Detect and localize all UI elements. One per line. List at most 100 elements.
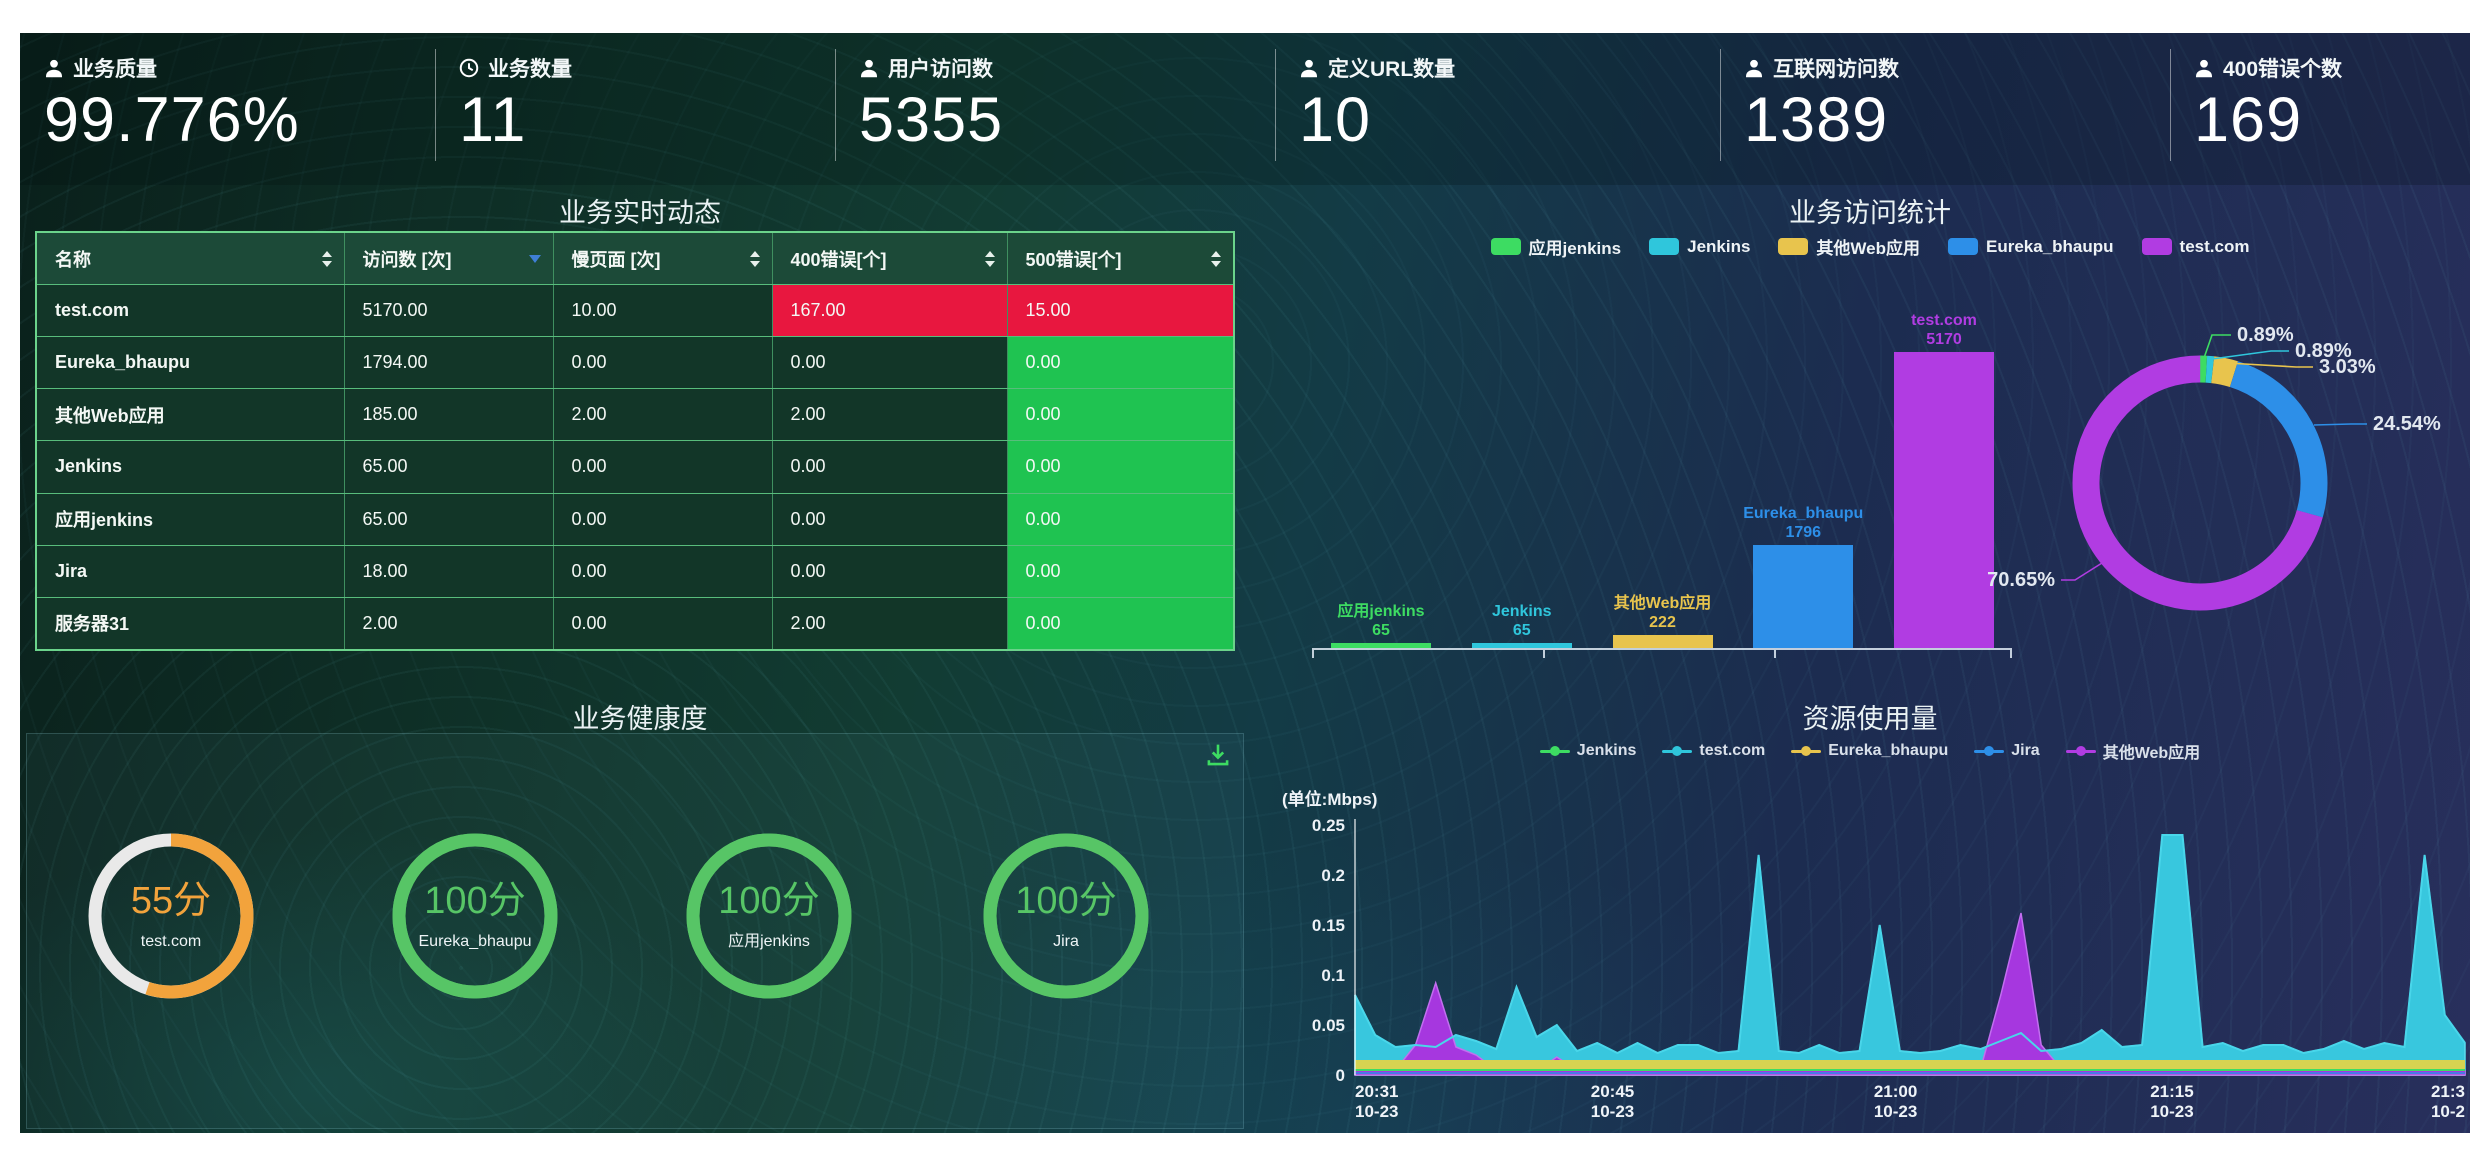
x-tick-date: 10-23 (1874, 1102, 1917, 1121)
area-testcom (1355, 835, 2465, 1075)
y-tick-label: 0.1 (1321, 966, 1345, 985)
x-tick-date: 10-23 (1591, 1102, 1634, 1121)
bar[interactable] (1753, 545, 1853, 648)
visits-cell: 65.00 (344, 493, 553, 545)
legend-swatch (1649, 238, 1679, 255)
donut-percent-label: 3.03% (2319, 356, 2376, 378)
realtime-panel-title: 业务实时动态 (20, 191, 1260, 230)
column-header-2[interactable]: 慢页面 [次] (553, 232, 772, 285)
table-row[interactable]: Jenkins65.000.000.000.00 (36, 441, 1234, 493)
column-header-4[interactable]: 500错误[个] (1007, 232, 1234, 285)
y-tick-label: 0 (1336, 1066, 1345, 1085)
name-cell: Jira (36, 545, 344, 597)
x-tick-date: 10-2 (2431, 1102, 2465, 1121)
kpi-value: 5355 (859, 87, 1275, 153)
visit-bar-chart: 应用jenkins65Jenkins65其他Web应用222Eureka_bha… (1320, 291, 2005, 648)
legend-item[interactable]: Jenkins (1540, 742, 1637, 760)
err500-cell: 0.00 (1007, 337, 1234, 389)
err400-cell: 0.00 (772, 441, 1007, 493)
legend-item[interactable]: Jenkins (1649, 237, 1750, 257)
visits-cell: 1794.00 (344, 337, 553, 389)
err500-cell: 15.00 (1007, 285, 1234, 337)
bar-group: Eureka_bhaupu1796 (1748, 504, 1858, 648)
resource-legend: Jenkins test.com Eureka_bhaupu Jira 其他Web应用 (1270, 739, 2470, 763)
kpi-label: 业务数量 (488, 53, 572, 83)
legend-item[interactable]: Eureka_bhaupu (1948, 237, 2114, 257)
kpi-card-service-count: 业务数量 11 (435, 33, 835, 185)
column-header-1[interactable]: 访问数 [次] (344, 232, 553, 285)
column-header-3[interactable]: 400错误[个] (772, 232, 1007, 285)
slow-pages-cell: 0.00 (553, 597, 772, 650)
kpi-strip: 业务质量 99.776% 业务数量 11 用户访问数 5355 定义URL数量 … (20, 33, 2470, 185)
kpi-card-400-errors: 400错误个数 169 (2170, 33, 2470, 185)
kpi-value: 11 (459, 87, 835, 153)
legend-item[interactable]: test.com (1662, 742, 1765, 760)
legend-item[interactable]: 其他Web应用 (1778, 234, 1920, 259)
donut-slice-Eureka_bhaupu[interactable] (2057, 340, 2343, 626)
legend-swatch (1491, 238, 1521, 255)
table-row[interactable]: 服务器312.000.002.000.00 (36, 597, 1234, 650)
legend-label: 其他Web应用 (1816, 234, 1920, 259)
column-label: 500错误[个] (1026, 250, 1122, 270)
health-gauge-Jira: 100分Jira (966, 821, 1166, 1021)
legend-item[interactable]: test.com (2142, 237, 2250, 257)
visits-cell: 18.00 (344, 545, 553, 597)
table-row[interactable]: 其他Web应用185.002.002.000.00 (36, 389, 1234, 441)
sort-icon[interactable] (322, 251, 332, 267)
bar-group: Jenkins65 (1467, 602, 1577, 648)
column-label: 名称 (55, 250, 91, 270)
err500-cell: 0.00 (1007, 493, 1234, 545)
visits-cell: 65.00 (344, 441, 553, 493)
column-label: 访问数 [次] (363, 250, 452, 270)
legend-item[interactable]: Jira (1974, 742, 2039, 760)
slow-pages-cell: 0.00 (553, 493, 772, 545)
donut-percent-label: 70.65% (1987, 569, 2055, 591)
sort-icon[interactable] (1211, 251, 1221, 267)
slow-pages-cell: 0.00 (553, 545, 772, 597)
err400-cell: 0.00 (772, 545, 1007, 597)
bar[interactable] (1613, 635, 1713, 648)
table-row[interactable]: 应用jenkins65.000.000.000.00 (36, 493, 1234, 545)
kpi-label: 互联网访问数 (1773, 53, 1899, 83)
bar-value-label: Jenkins65 (1492, 602, 1552, 640)
table-row[interactable]: Eureka_bhaupu1794.000.000.000.00 (36, 337, 1234, 389)
table-row[interactable]: test.com5170.0010.00167.0015.00 (36, 285, 1234, 337)
resource-area-chart: 00.050.10.150.20.2520:3110-2320:4510-232… (1275, 805, 2470, 1127)
kpi-card-url-count: 定义URL数量 10 (1275, 33, 1720, 185)
kpi-value: 169 (2194, 87, 2470, 153)
slow-pages-cell: 0.00 (553, 441, 772, 493)
x-tick-time: 20:31 (1355, 1082, 1398, 1101)
download-icon[interactable] (1205, 742, 1231, 768)
health-panel: 55分test.com100分Eureka_bhaupu100分应用jenkin… (26, 733, 1244, 1129)
slow-pages-cell: 2.00 (553, 389, 772, 441)
name-cell: 应用jenkins (36, 493, 344, 545)
column-header-0[interactable]: 名称 (36, 232, 344, 285)
kpi-card-user-visits: 用户访问数 5355 (835, 33, 1275, 185)
visits-cell: 185.00 (344, 389, 553, 441)
bar-group: 其他Web应用222 (1608, 594, 1718, 648)
name-cell: Jenkins (36, 441, 344, 493)
user-icon (44, 58, 64, 78)
health-gauge-test.com: 55分test.com (71, 821, 271, 1021)
kpi-value: 1389 (1744, 87, 2170, 153)
donut-slice-test.com[interactable] (2059, 342, 2340, 623)
kpi-value: 99.776% (44, 87, 435, 153)
sort-desc-icon[interactable] (529, 255, 541, 263)
user-icon (1744, 58, 1764, 78)
err500-cell: 0.00 (1007, 545, 1234, 597)
kpi-card-internet-visits: 互联网访问数 1389 (1720, 33, 2170, 185)
y-tick-label: 0.15 (1312, 916, 1345, 935)
legend-item[interactable]: 其他Web应用 (2066, 739, 2201, 763)
x-tick-time: 21:15 (2150, 1082, 2193, 1101)
legend-item[interactable]: Eureka_bhaupu (1791, 742, 1948, 760)
sort-icon[interactable] (985, 251, 995, 267)
kpi-label: 用户访问数 (888, 53, 993, 83)
table-row[interactable]: Jira18.000.000.000.00 (36, 545, 1234, 597)
sort-icon[interactable] (750, 251, 760, 267)
legend-label: Jenkins (1577, 742, 1637, 760)
legend-item[interactable]: 应用jenkins (1491, 234, 1622, 259)
err500-cell: 0.00 (1007, 441, 1234, 493)
legend-line-dot-marker (2066, 746, 2096, 756)
kpi-label: 400错误个数 (2223, 53, 2342, 83)
name-cell: test.com (36, 285, 344, 337)
